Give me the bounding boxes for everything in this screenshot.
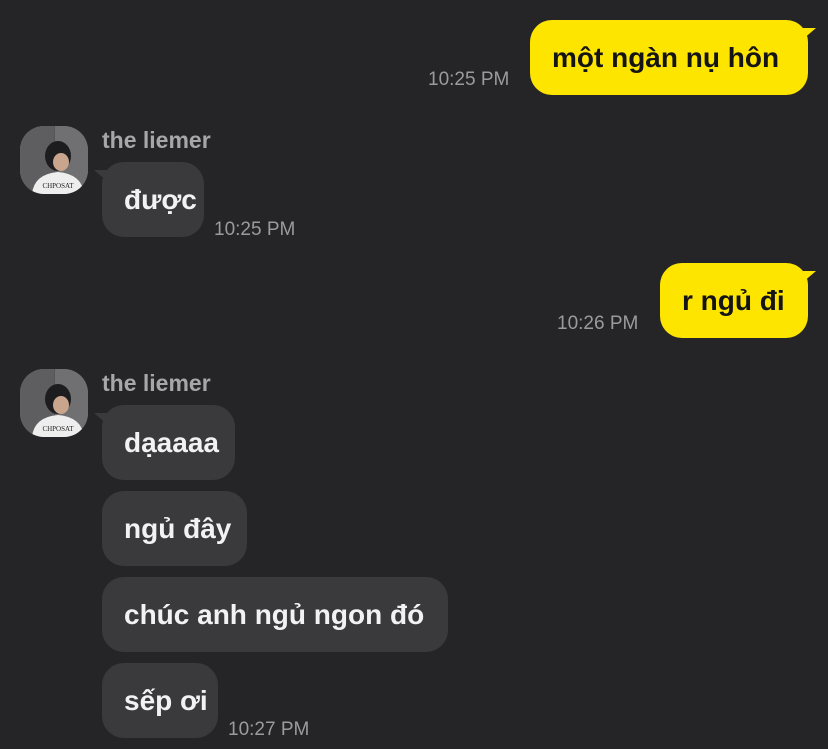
sender-name: the liemer bbox=[102, 370, 211, 396]
outgoing-message-bubble[interactable]: r ngủ đi bbox=[660, 263, 816, 338]
avatar[interactable]: CHPOSAT bbox=[20, 126, 88, 194]
incoming-message-bubble[interactable]: chúc anh ngủ ngon đó bbox=[102, 577, 448, 652]
incoming-message-bubble[interactable]: sếp ơi bbox=[102, 663, 218, 738]
profile-photo-avatar-icon: CHPOSAT bbox=[20, 126, 88, 194]
svg-text:CHPOSAT: CHPOSAT bbox=[42, 182, 74, 190]
incoming-message-bubble[interactable]: được bbox=[94, 162, 204, 237]
message-timestamp: 10:25 PM bbox=[214, 219, 296, 240]
message-timestamp: 10:25 PM bbox=[428, 69, 510, 90]
svg-text:CHPOSAT: CHPOSAT bbox=[42, 425, 74, 433]
message-timestamp: 10:27 PM bbox=[228, 719, 310, 740]
outgoing-message-bubble[interactable]: một ngàn nụ hôn bbox=[530, 20, 816, 95]
profile-photo-avatar-icon: CHPOSAT bbox=[20, 369, 88, 437]
message-timestamp: 10:26 PM bbox=[557, 313, 639, 334]
sender-name: the liemer bbox=[102, 127, 211, 153]
avatar[interactable]: CHPOSAT bbox=[20, 369, 88, 437]
incoming-message-bubble[interactable]: dạaaaa bbox=[94, 405, 235, 480]
incoming-message-bubble[interactable]: ngủ đây bbox=[102, 491, 247, 566]
